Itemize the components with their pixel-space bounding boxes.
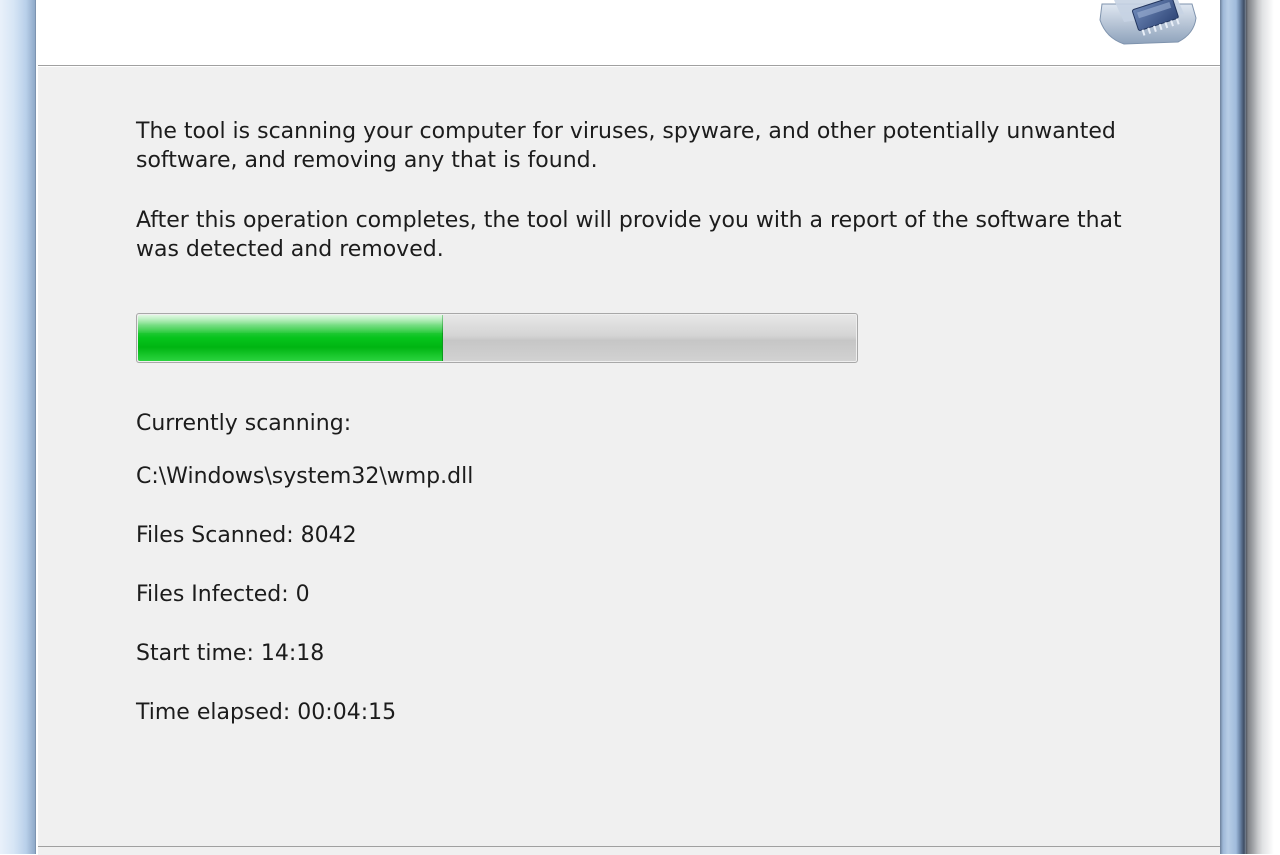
current-file-path: C:\Windows\system32\wmp.dll: [136, 464, 474, 489]
scan-progress-fill: [138, 315, 443, 361]
scan-description-text: The tool is scanning your computer for v…: [136, 119, 1116, 173]
dialog-footer: [38, 847, 1220, 854]
files-infected-count: Files Infected: 0: [136, 582, 310, 607]
window-left-border: [0, 0, 36, 854]
dialog-content: The tool is scanning your computer for v…: [38, 66, 1220, 855]
files-scanned-count: Files Scanned: 8042: [136, 523, 357, 548]
dialog-header: [38, 0, 1220, 66]
currently-scanning-label: Currently scanning:: [136, 411, 352, 436]
malware-removal-tool-icon: [1099, 0, 1197, 45]
report-description-text: After this operation completes, the tool…: [136, 208, 1122, 262]
start-time: Start time: 14:18: [136, 641, 325, 666]
window-right-border: [1220, 0, 1280, 854]
time-elapsed: Time elapsed: 00:04:15: [136, 700, 397, 725]
scan-progress-bar: [136, 313, 858, 363]
